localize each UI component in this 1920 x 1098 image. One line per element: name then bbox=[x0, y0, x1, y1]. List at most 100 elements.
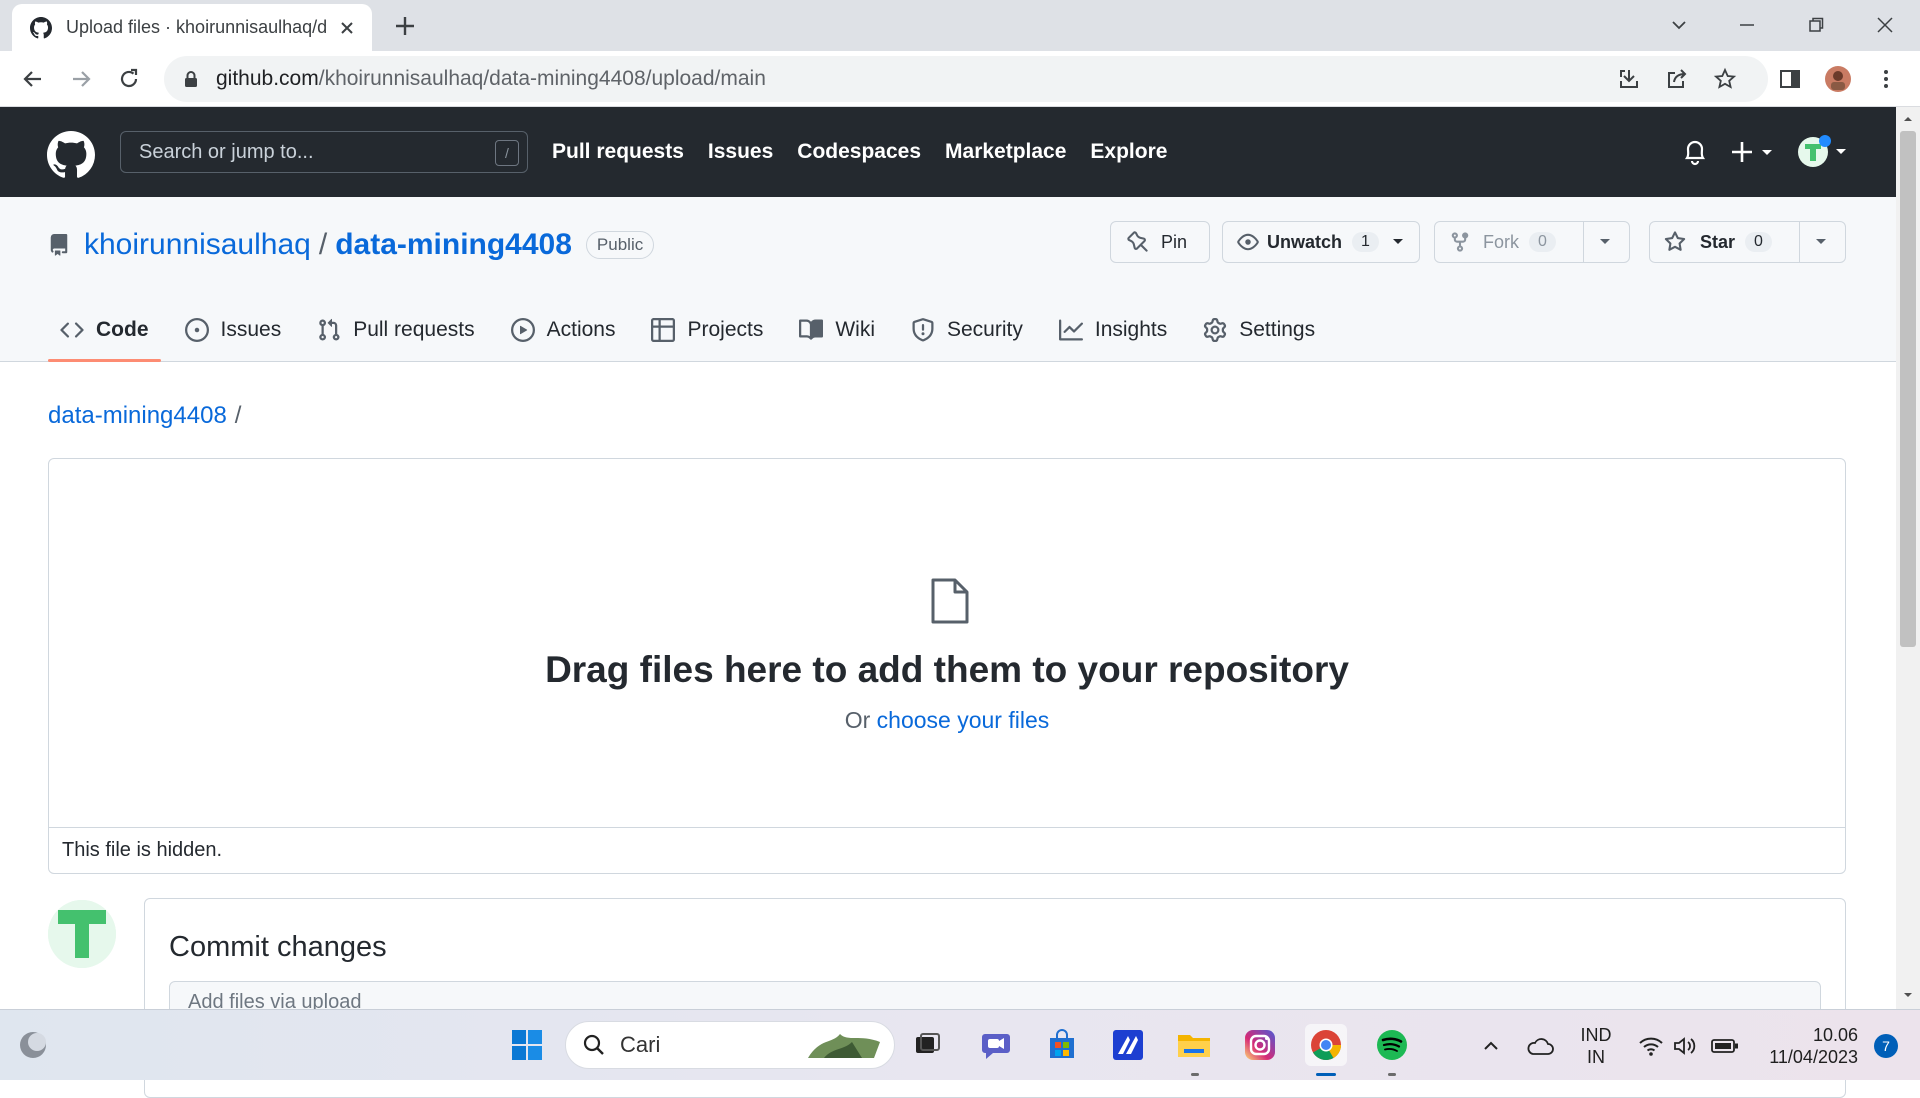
watch-count: 1 bbox=[1352, 232, 1379, 252]
profile-avatar[interactable] bbox=[1823, 64, 1853, 94]
tab-issues[interactable]: Issues bbox=[173, 299, 294, 361]
pin-button[interactable]: Pin bbox=[1110, 221, 1210, 263]
user-avatar-menu[interactable] bbox=[1796, 135, 1848, 169]
share-icon[interactable] bbox=[1662, 64, 1692, 94]
fork-icon bbox=[1449, 231, 1471, 253]
restore-icon[interactable] bbox=[1799, 8, 1833, 42]
tab-actions-label: Actions bbox=[546, 318, 616, 341]
shield-icon bbox=[911, 318, 935, 342]
fork-count: 0 bbox=[1529, 232, 1556, 252]
side-panel-icon[interactable] bbox=[1775, 64, 1805, 94]
github-global-nav: Pull requests Issues Codespaces Marketpl… bbox=[552, 140, 1167, 164]
show-hidden-icons-chevron-icon[interactable] bbox=[1476, 1010, 1506, 1081]
task-view-icon[interactable] bbox=[906, 1024, 948, 1066]
tab-projects[interactable]: Projects bbox=[639, 299, 775, 361]
widgets-icon[interactable] bbox=[12, 1024, 54, 1066]
scroll-down-arrow-icon[interactable] bbox=[1902, 989, 1914, 1001]
app-pen-icon[interactable] bbox=[1107, 1024, 1149, 1066]
eye-icon bbox=[1237, 231, 1259, 253]
committer-avatar bbox=[48, 900, 116, 968]
star-button[interactable]: Star 0 bbox=[1649, 221, 1846, 263]
start-windows-icon[interactable] bbox=[506, 1024, 548, 1066]
breadcrumb-repo-link[interactable]: data-mining4408 bbox=[48, 402, 227, 430]
bookmark-star-icon[interactable] bbox=[1710, 64, 1740, 94]
repo-name-link[interactable]: data-mining4408 bbox=[335, 228, 572, 262]
tab-settings[interactable]: Settings bbox=[1191, 299, 1327, 361]
tab-security[interactable]: Security bbox=[899, 299, 1035, 361]
github-search-input[interactable]: Search or jump to... / bbox=[120, 131, 528, 173]
pull-request-icon bbox=[317, 318, 341, 342]
play-icon bbox=[510, 318, 535, 342]
tab-issues-label: Issues bbox=[220, 318, 282, 341]
language-indicator[interactable]: IND IN bbox=[1570, 1010, 1622, 1081]
nav-marketplace[interactable]: Marketplace bbox=[945, 140, 1066, 164]
search-shortcut-key: / bbox=[495, 140, 519, 166]
nav-issues[interactable]: Issues bbox=[708, 140, 773, 164]
wifi-icon[interactable] bbox=[1636, 1010, 1666, 1081]
browser-menu-icon[interactable] bbox=[1871, 64, 1901, 94]
windows-taskbar: Cari IND IN 10.06 11/04/2023 7 bbox=[0, 1009, 1920, 1080]
browser-tab[interactable]: Upload files · khoirunnisaulhaq/d bbox=[12, 4, 372, 51]
taskbar-search[interactable]: Cari bbox=[565, 1021, 895, 1069]
install-app-icon[interactable] bbox=[1614, 64, 1644, 94]
tab-security-label: Security bbox=[947, 318, 1023, 341]
repo-owner-link[interactable]: khoirunnisaulhaq bbox=[84, 228, 311, 262]
back-arrow-icon[interactable] bbox=[18, 64, 48, 94]
page-scrollbar[interactable] bbox=[1896, 107, 1920, 1009]
spotify-running-indicator bbox=[1388, 1073, 1396, 1076]
file-drop-zone[interactable]: Drag files here to add them to your repo… bbox=[48, 458, 1846, 874]
file-icon bbox=[929, 577, 971, 625]
code-icon bbox=[60, 318, 84, 342]
tab-insights[interactable]: Insights bbox=[1047, 299, 1179, 361]
clock[interactable]: 10.06 11/04/2023 bbox=[1752, 1010, 1858, 1081]
nav-codespaces[interactable]: Codespaces bbox=[797, 140, 921, 164]
hidden-file-note: This file is hidden. bbox=[49, 827, 1845, 873]
microsoft-store-icon[interactable] bbox=[1041, 1024, 1083, 1066]
search-highlight-illustration-icon bbox=[804, 1028, 884, 1062]
reload-icon[interactable] bbox=[114, 64, 144, 94]
spotify-icon[interactable] bbox=[1371, 1024, 1413, 1066]
fork-button[interactable]: Fork 0 bbox=[1434, 221, 1630, 263]
unwatch-caret-icon bbox=[1391, 235, 1405, 249]
choose-files-link[interactable]: choose your files bbox=[877, 707, 1050, 733]
teams-chat-icon[interactable] bbox=[975, 1024, 1017, 1066]
instagram-icon[interactable] bbox=[1239, 1024, 1281, 1066]
scroll-up-arrow-icon[interactable] bbox=[1902, 113, 1914, 125]
minimize-icon[interactable] bbox=[1730, 8, 1764, 42]
tab-search-chevron-icon[interactable] bbox=[1662, 8, 1696, 42]
star-dropdown-caret-icon[interactable] bbox=[1799, 222, 1842, 262]
commit-changes-title: Commit changes bbox=[169, 931, 387, 963]
address-bar[interactable]: github.com/khoirunnisaulhaq/data-mining4… bbox=[164, 56, 1768, 102]
volume-icon[interactable] bbox=[1670, 1010, 1700, 1081]
tab-wiki[interactable]: Wiki bbox=[787, 299, 887, 361]
fork-dropdown-caret-icon[interactable] bbox=[1583, 222, 1626, 262]
nav-explore[interactable]: Explore bbox=[1090, 140, 1167, 164]
notifications-bell-icon[interactable] bbox=[1682, 135, 1708, 169]
search-icon bbox=[582, 1033, 606, 1057]
tab-actions[interactable]: Actions bbox=[499, 299, 628, 361]
visibility-badge: Public bbox=[585, 231, 655, 259]
forward-arrow-icon[interactable] bbox=[66, 64, 96, 94]
repo-icon bbox=[48, 234, 70, 256]
chrome-icon[interactable] bbox=[1305, 1024, 1347, 1066]
tab-close-icon[interactable] bbox=[336, 17, 358, 39]
tab-pull-requests[interactable]: Pull requests bbox=[305, 299, 486, 361]
repo-title: khoirunnisaulhaq / data-mining4408 Publi… bbox=[48, 227, 655, 263]
language-region: IN bbox=[1587, 1046, 1605, 1067]
notification-count: 7 bbox=[1874, 1033, 1898, 1058]
file-explorer-icon[interactable] bbox=[1173, 1024, 1215, 1066]
scrollbar-thumb[interactable] bbox=[1900, 131, 1916, 647]
battery-icon[interactable] bbox=[1708, 1010, 1742, 1081]
nav-pull-requests[interactable]: Pull requests bbox=[552, 140, 684, 164]
onedrive-cloud-icon[interactable] bbox=[1522, 1010, 1558, 1081]
create-new-plus-icon[interactable] bbox=[1730, 135, 1776, 169]
tab-projects-label: Projects bbox=[687, 318, 764, 341]
github-logo-icon[interactable] bbox=[47, 131, 95, 179]
drop-zone-or: Or bbox=[844, 707, 871, 733]
unwatch-button[interactable]: Unwatch 1 bbox=[1222, 221, 1420, 263]
close-window-icon[interactable] bbox=[1868, 8, 1902, 42]
new-tab-plus-icon[interactable] bbox=[392, 13, 418, 39]
notification-badge[interactable]: 7 bbox=[1866, 1010, 1906, 1081]
github-header: Search or jump to... / Pull requests Iss… bbox=[0, 107, 1896, 197]
tab-code[interactable]: Code bbox=[48, 299, 161, 362]
